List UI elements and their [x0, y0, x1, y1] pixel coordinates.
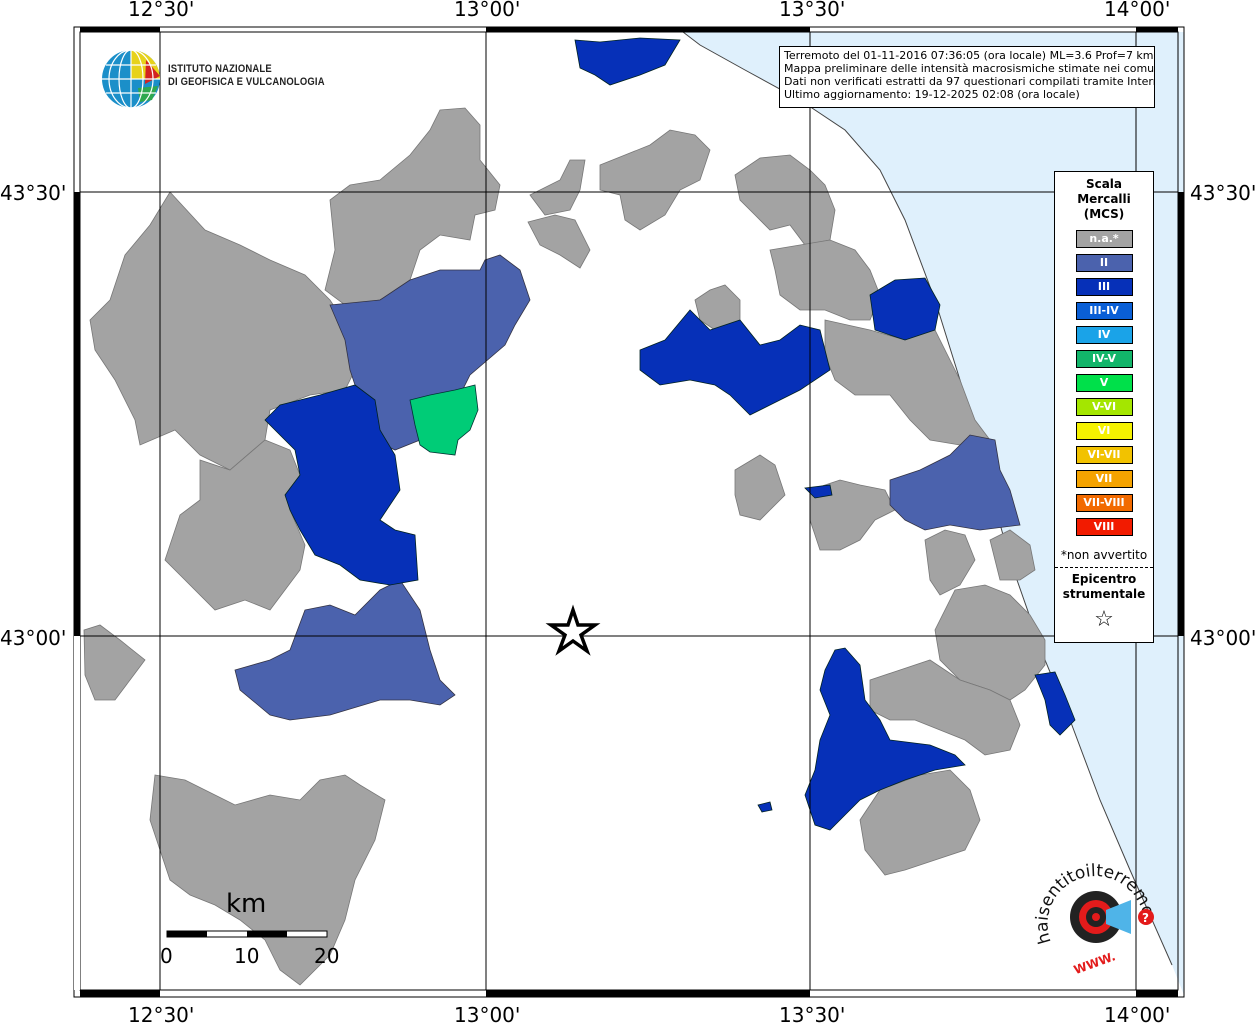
institute-name: ISTITUTO NAZIONALE DI GEOFISICA E VULCAN… [168, 63, 325, 89]
legend-item: VIII [1075, 518, 1133, 536]
scale-bar [166, 930, 328, 938]
legend-item: IV [1075, 326, 1133, 344]
lon-label-top-4: 14°00' [1104, 0, 1170, 21]
lat-label-left-1: 43°30' [0, 181, 66, 205]
lon-label-bottom-4: 14°00' [1104, 1003, 1170, 1024]
legend-title: Scala Mercalli (MCS) [1055, 177, 1153, 222]
mcs-legend: Scala Mercalli (MCS) n.a.* II III III-IV IV I… [1054, 171, 1154, 643]
legend-item: V-VI [1075, 398, 1133, 416]
legend-item: III [1075, 278, 1133, 296]
event-info-box: Terremoto del 01-11-2016 07:36:05 (ora l… [779, 46, 1155, 108]
legend-star-icon: ☆ [1094, 607, 1114, 632]
legend-item: VI-VII [1075, 446, 1133, 464]
lat-label-right-2: 43°00' [1190, 626, 1256, 650]
event-info-line2: Mappa preliminare delle intensità macros… [784, 62, 1155, 75]
lon-label-bottom-3: 13°30' [779, 1003, 845, 1024]
legend-item: V [1075, 374, 1133, 392]
globe-icon [102, 49, 160, 109]
legend-item: VII-VIII [1075, 494, 1133, 512]
scale-tick-20: 20 [314, 944, 340, 968]
scale-tick-10: 10 [234, 944, 260, 968]
lon-label-top-2: 13°00' [454, 0, 520, 21]
hst-logo-url: WWW. [1072, 949, 1117, 977]
legend-title-line2: Mercalli [1077, 192, 1131, 206]
legend-items: n.a.* II III III-IV IV IV-V V V-VI VI VI-VII VII VI… [1055, 230, 1153, 536]
lon-label-top-3: 13°30' [779, 0, 845, 21]
lat-label-right-1: 43°30' [1190, 181, 1256, 205]
legend-item: IV-V [1075, 350, 1133, 368]
lon-label-bottom-1: 12°30' [128, 1003, 194, 1024]
legend-title-line3: (MCS) [1083, 207, 1125, 221]
event-info-line1: Terremoto del 01-11-2016 07:36:05 (ora l… [784, 49, 1154, 62]
legend-note: *non avvertito [1060, 548, 1148, 562]
legend-item: VI [1075, 422, 1133, 440]
lat-label-left-2: 43°00' [0, 626, 66, 650]
legend-divider [1055, 567, 1153, 568]
scale-unit: km [226, 889, 267, 919]
lon-label-bottom-2: 13°00' [454, 1003, 520, 1024]
legend-epicenter-line2: strumentale [1062, 587, 1146, 601]
event-info-line4: Ultimo aggiornamento: 19-12-2025 02:08 (… [784, 88, 1080, 101]
legend-item: VII [1075, 470, 1133, 488]
legend-item: n.a.* [1075, 230, 1133, 248]
scale-tick-0: 0 [160, 944, 173, 968]
lon-label-top-1: 12°30' [128, 0, 194, 21]
legend-item: II [1075, 254, 1133, 272]
svg-text:?: ? [1142, 911, 1149, 925]
event-info-line3: Dati non verificati estratti da 97 quest… [784, 75, 1155, 88]
institute-line1: ISTITUTO NAZIONALE [168, 63, 272, 75]
legend-title-line1: Scala [1085, 177, 1123, 191]
legend-epicenter-line1: Epicentro [1071, 572, 1137, 586]
institute-line2: DI GEOFISICA E VULCANOLOGIA [168, 76, 325, 88]
haisentito-logo: haisentitoilterremoto.it ? WWW. [1033, 862, 1158, 977]
legend-epicenter-label: Epicentro strumentale [1055, 572, 1153, 602]
legend-item: III-IV [1075, 302, 1133, 320]
